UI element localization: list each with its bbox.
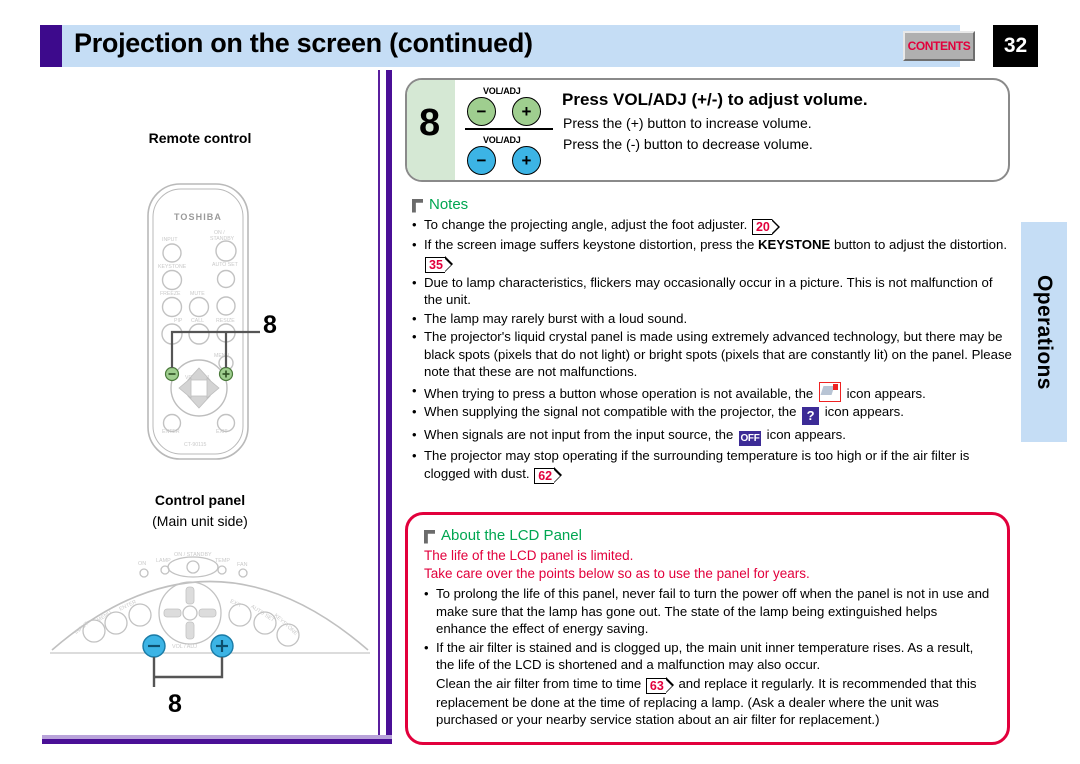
- svg-text:FREEZE: FREEZE: [160, 291, 181, 297]
- lcd-warning-line-2: Take care over the points below so as to…: [424, 566, 810, 581]
- notes-heading-label: Notes: [429, 196, 469, 213]
- minus-symbol: −: [476, 151, 487, 170]
- svg-text:ON: ON: [138, 561, 146, 567]
- svg-text:AUTO SET: AUTO SET: [212, 262, 239, 268]
- page-reference-link[interactable]: 62: [534, 467, 563, 484]
- plus-symbol: +: [521, 151, 532, 170]
- contents-button-label: CONTENTS: [907, 39, 971, 53]
- off-icon: OFF: [739, 431, 762, 446]
- column-divider-thin: [378, 70, 380, 744]
- page-number-value: 32: [1003, 34, 1028, 57]
- lcd-panel-item: Clean the air filter from time to time 6…: [436, 675, 977, 728]
- svg-text:TEMP: TEMP: [215, 558, 230, 564]
- note-item: Due to lamp characteristics, flickers ma…: [412, 274, 1012, 309]
- page-number-badge: 32: [993, 25, 1038, 67]
- about-lcd-panel-box: About the LCD Panel The life of the LCD …: [405, 512, 1010, 745]
- note-item: When signals are not input from the inpu…: [412, 426, 1012, 446]
- lcd-panel-heading: About the LCD Panel: [424, 527, 991, 544]
- lcd-panel-list: To prolong the life of this panel, never…: [424, 585, 991, 729]
- remote-volume-plus-button[interactable]: +: [512, 97, 541, 126]
- page-title: Projection on the screen (continued): [74, 28, 533, 58]
- svg-text:ENTER: ENTER: [118, 599, 137, 612]
- lcd-panel-heading-label: About the LCD Panel: [441, 527, 582, 544]
- section-tab-operations[interactable]: Operations: [1021, 222, 1067, 442]
- no-operation-icon: [818, 381, 841, 402]
- page-reference-link[interactable]: 20: [751, 218, 780, 235]
- svg-text:RESIZE: RESIZE: [216, 318, 235, 324]
- note-item: When trying to press a button whose oper…: [412, 381, 1012, 403]
- step-button-divider: [465, 128, 553, 130]
- plus-symbol: +: [521, 102, 532, 121]
- panel-volume-minus-button[interactable]: −: [467, 146, 496, 175]
- svg-text:LAMP: LAMP: [156, 558, 171, 564]
- svg-text:CT-90115: CT-90115: [184, 442, 207, 448]
- vol-adj-label-remote: VOL/ADJ: [483, 86, 521, 96]
- svg-text:STANDBY: STANDBY: [210, 236, 235, 242]
- notes-list: To change the projecting angle, adjust t…: [412, 216, 1012, 484]
- svg-text:CALL: CALL: [191, 318, 204, 324]
- lcd-warning-line-1: The life of the LCD panel is limited.: [424, 548, 634, 563]
- page-reference-link[interactable]: 35: [425, 256, 453, 273]
- svg-text:INPUT: INPUT: [162, 237, 178, 243]
- remote-volume-minus-button[interactable]: −: [467, 97, 496, 126]
- emphasis-text: KEYSTONE: [758, 237, 831, 252]
- step-number: 8: [419, 102, 441, 144]
- control-panel-heading: Control panel: [154, 492, 246, 508]
- contents-button[interactable]: CONTENTS: [903, 31, 975, 61]
- flag-marker-icon: [424, 529, 435, 544]
- note-item: To change the projecting angle, adjust t…: [412, 216, 1012, 235]
- callout-number-control-panel: 8: [168, 690, 182, 718]
- svg-text:FAN: FAN: [237, 562, 248, 568]
- remote-control-heading: Remote control: [148, 130, 252, 146]
- flag-marker-icon: [412, 198, 423, 213]
- svg-text:MUTE: MUTE: [190, 291, 205, 297]
- step-subtext-increase: Press the (+) button to increase volume.: [563, 115, 812, 131]
- column-divider-thick: [386, 70, 392, 744]
- svg-text:TOSHIBA: TOSHIBA: [174, 212, 222, 222]
- note-item: The projector's liquid crystal panel is …: [412, 328, 1012, 381]
- svg-text:MENU: MENU: [214, 353, 230, 359]
- note-item: The projector may stop operating if the …: [412, 447, 1012, 484]
- lcd-panel-item: To prolong the life of this panel, never…: [424, 585, 991, 638]
- panel-volume-plus-button[interactable]: +: [512, 146, 541, 175]
- header-accent-block: [40, 25, 62, 67]
- callout-number-remote: 8: [263, 311, 277, 339]
- control-panel-illustration: ON / STANDBY ON LAMP TEMP FAN INPUT MENU…: [50, 552, 370, 687]
- lcd-panel-item: If the air filter is stained and is clog…: [424, 639, 991, 674]
- step-title: Press VOL/ADJ (+/-) to adjust volume.: [562, 90, 868, 109]
- question-icon: ?: [802, 407, 820, 425]
- svg-text:ON / STANDBY: ON / STANDBY: [174, 552, 212, 558]
- svg-text:PIP: PIP: [174, 318, 183, 324]
- section-tab-label: Operations: [1033, 274, 1056, 390]
- minus-symbol: −: [476, 102, 487, 121]
- note-item: The lamp may rarely burst with a loud so…: [412, 310, 1012, 328]
- step-subtext-decrease: Press the (-) button to decrease volume.: [563, 136, 813, 152]
- step-8-instruction-box: 8 VOL/ADJ − + VOL/ADJ − + Press VOL/ADJ …: [405, 78, 1010, 182]
- note-item: When supplying the signal not compatible…: [412, 403, 1012, 425]
- svg-text:KEYSTONE: KEYSTONE: [158, 264, 187, 270]
- page-reference-link[interactable]: 63: [645, 677, 674, 694]
- note-item: If the screen image suffers keystone dis…: [412, 236, 1012, 273]
- svg-text:VOL / ADJ: VOL / ADJ: [172, 644, 197, 650]
- vol-adj-label-panel: VOL/ADJ: [483, 135, 521, 145]
- notes-heading: Notes: [412, 196, 1012, 213]
- remote-control-illustration: TOSHIBA INPUT ON / STANDBY KEYSTONE AUTO…: [147, 183, 260, 460]
- footer-rule-dark: [42, 739, 392, 744]
- notes-section: Notes To change the projecting angle, ad…: [412, 196, 1012, 485]
